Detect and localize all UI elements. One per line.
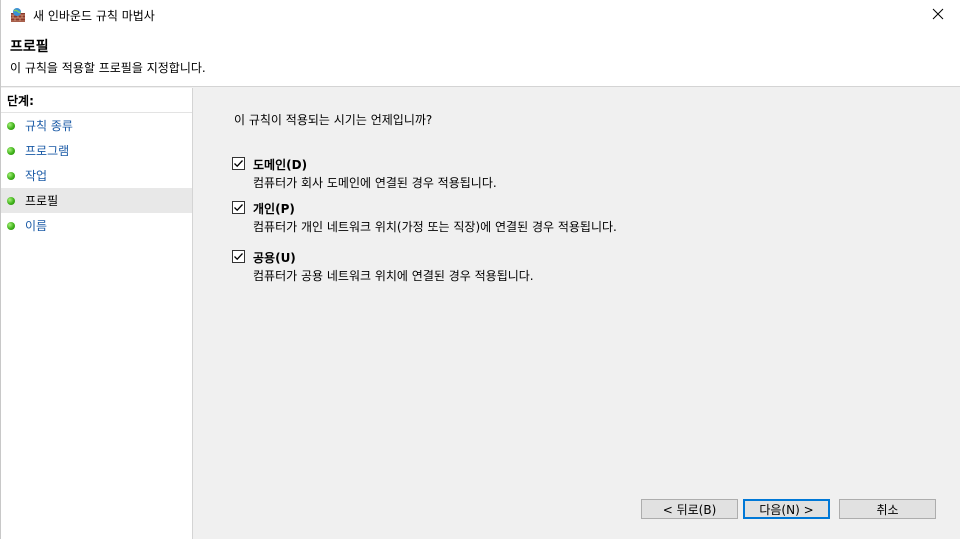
steps-sidebar: 단계: 규칙 종류 프로그램 작업 프로필 이름 xyxy=(1,88,193,539)
close-button[interactable] xyxy=(915,0,960,31)
public-checkbox[interactable] xyxy=(232,250,245,263)
private-label[interactable]: 개인(P) xyxy=(253,200,295,217)
next-button[interactable]: 다음(N) > xyxy=(743,499,830,519)
checkmark-icon xyxy=(234,253,243,261)
private-description: 컴퓨터가 개인 네트워크 위치(가정 또는 직장)에 연결된 경우 적용됩니다. xyxy=(253,220,617,234)
page-title: 프로필 xyxy=(10,39,49,55)
sidebar-item-program[interactable]: 프로그램 xyxy=(1,138,192,163)
firewall-icon xyxy=(10,7,26,23)
main-content: 이 규칙이 적용되는 시기는 언제입니까? 도메인(D) 컴퓨터가 회사 도메인… xyxy=(197,88,960,539)
step-status-icon xyxy=(7,196,15,205)
sidebar-item-label: 작업 xyxy=(25,169,48,183)
domain-label[interactable]: 도메인(D) xyxy=(253,156,307,173)
cancel-button[interactable]: 취소 xyxy=(839,499,936,519)
domain-checkbox[interactable] xyxy=(232,157,245,170)
page-header: 프로필 이 규칙을 적용할 프로필을 지정합니다. xyxy=(1,31,960,87)
sidebar-item-action[interactable]: 작업 xyxy=(1,163,192,188)
sidebar-item-label: 프로그램 xyxy=(25,144,70,158)
sidebar-item-label: 규칙 종류 xyxy=(25,119,73,133)
step-status-icon xyxy=(7,146,15,155)
step-status-icon xyxy=(7,221,15,230)
steps-heading: 단계: xyxy=(7,94,34,108)
window-title: 새 인바운드 규칙 마법사 xyxy=(33,9,155,23)
public-label[interactable]: 공용(U) xyxy=(253,249,296,266)
sidebar-item-name[interactable]: 이름 xyxy=(1,213,192,238)
sidebar-item-rule-type[interactable]: 규칙 종류 xyxy=(1,113,192,138)
step-status-icon xyxy=(7,121,15,130)
checkmark-icon xyxy=(234,204,243,212)
checkmark-icon xyxy=(234,160,243,168)
step-status-icon xyxy=(7,171,15,180)
private-checkbox[interactable] xyxy=(232,201,245,214)
back-button[interactable]: < 뒤로(B) xyxy=(641,499,738,519)
page-description: 이 규칙을 적용할 프로필을 지정합니다. xyxy=(10,61,206,75)
title-bar[interactable]: 새 인바운드 규칙 마법사 xyxy=(1,0,960,31)
sidebar-item-profile[interactable]: 프로필 xyxy=(1,188,192,213)
sidebar-item-label: 이름 xyxy=(25,219,48,233)
wizard-window: 새 인바운드 규칙 마법사 프로필 이 규칙을 적용할 프로필을 지정합니다. … xyxy=(0,0,960,539)
sidebar-item-label: 프로필 xyxy=(25,194,59,208)
domain-description: 컴퓨터가 회사 도메인에 연결된 경우 적용됩니다. xyxy=(253,176,497,190)
profile-question: 이 규칙이 적용되는 시기는 언제입니까? xyxy=(234,113,433,127)
close-icon xyxy=(932,8,944,23)
public-description: 컴퓨터가 공용 네트워크 위치에 연결된 경우 적용됩니다. xyxy=(253,269,534,283)
